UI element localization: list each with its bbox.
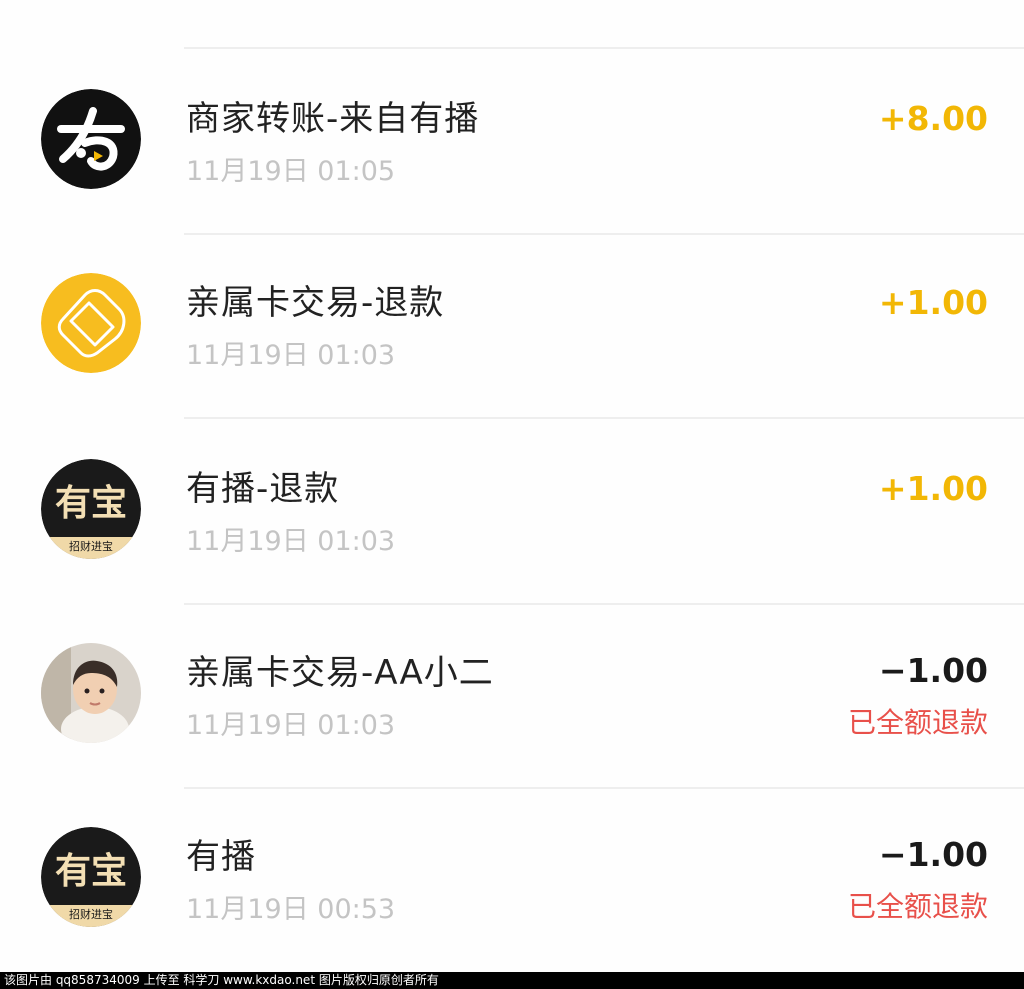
- refund-status: 已全额退款: [847, 706, 988, 739]
- transaction-row[interactable]: 商家转账-来自有播 11月19日 01:05 +8.00: [0, 49, 1024, 235]
- transaction-amount: −1.00: [878, 835, 988, 874]
- transaction-list: 商家转账-来自有播 11月19日 01:05 +8.00 亲属卡交易-退款 11…: [0, 0, 1024, 972]
- transaction-time: 11月19日 01:03: [186, 710, 396, 741]
- avatar-logo-text: 有宝: [55, 483, 127, 524]
- transaction-amount: +1.00: [878, 469, 988, 508]
- avatar-logo-subtext: 招财进宝: [69, 539, 113, 553]
- transaction-amount: +1.00: [878, 283, 988, 322]
- transaction-row[interactable]: 有宝 招财进宝 有播 11月19日 00:53 −1.00 已全额退款: [0, 787, 1024, 971]
- transaction-row[interactable]: 有宝 招财进宝 有播-退款 11月19日 01:03 +1.00: [0, 419, 1024, 605]
- transaction-title: 亲属卡交易-退款: [186, 283, 445, 323]
- transaction-title: 有播: [186, 837, 256, 877]
- transaction-amount: +8.00: [878, 99, 988, 138]
- transaction-time: 11月19日 01:03: [186, 526, 396, 557]
- transaction-row[interactable]: 亲属卡交易-退款 11月19日 01:03 +1.00: [0, 233, 1024, 419]
- refund-status: 已全额退款: [847, 890, 988, 923]
- watermark-bar: 该图片由 qq858734009 上传至 科学刀 www.kxdao.net 图…: [0, 972, 1024, 989]
- transaction-time: 11月19日 00:53: [186, 894, 396, 925]
- transaction-amount: −1.00: [878, 651, 988, 690]
- transaction-title: 有播-退款: [186, 469, 340, 509]
- youbao-logo-icon: 有宝 招财进宝: [41, 827, 141, 927]
- transaction-title: 商家转账-来自有播: [186, 99, 480, 139]
- transaction-title: 亲属卡交易-AA小二: [186, 653, 494, 693]
- child-photo-avatar: [41, 643, 141, 743]
- transaction-row[interactable]: 亲属卡交易-AA小二 11月19日 01:03 −1.00 已全额退款: [0, 603, 1024, 789]
- avatar-logo-text: 有宝: [55, 851, 127, 892]
- transaction-time: 11月19日 01:03: [186, 340, 396, 371]
- youbo-logo-icon: [41, 89, 141, 189]
- transaction-time: 11月19日 01:05: [186, 156, 396, 187]
- family-card-icon: [41, 273, 141, 373]
- avatar-logo-subtext: 招财进宝: [69, 907, 113, 921]
- youbao-logo-icon: 有宝 招财进宝: [41, 459, 141, 559]
